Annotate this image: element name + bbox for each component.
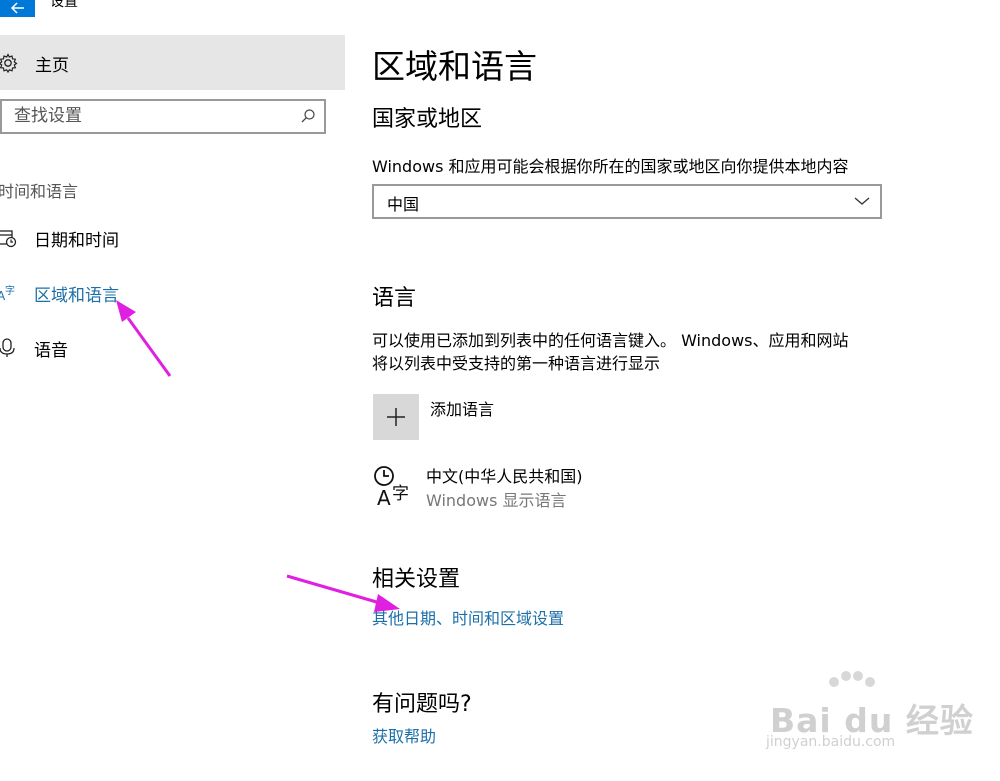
watermark: Bai du 经验 jingyan.baidu.com <box>760 670 990 770</box>
search-box[interactable] <box>0 99 326 134</box>
watermark-url: jingyan.baidu.com <box>766 734 896 750</box>
sidebar-section-label: 时间和语言 <box>0 182 79 201</box>
svg-text:字: 字 <box>392 484 409 504</box>
additional-date-time-region-link[interactable]: 其他日期、时间和区域设置 <box>372 605 564 629</box>
search-icon[interactable] <box>300 108 316 124</box>
sidebar-item-speech[interactable]: 语音 <box>0 328 340 368</box>
chevron-down-icon <box>854 197 870 205</box>
home-label: 主页 <box>35 56 69 76</box>
add-language-label[interactable]: 添加语言 <box>430 396 494 420</box>
country-description: Windows 和应用可能会根据你所在的国家或地区向你提供本地内容 <box>372 157 849 176</box>
language-item-subtitle: Windows 显示语言 <box>426 491 567 510</box>
language-heading: 语言 <box>372 286 417 311</box>
plus-icon <box>387 408 405 426</box>
language-description-line: 将以列表中受支持的第一种语言进行显示 <box>372 354 661 373</box>
page-title: 区域和语言 <box>372 47 537 86</box>
language-description-line: 可以使用已添加到列表中的任何语言键入。 Windows、应用和网站 <box>372 331 849 350</box>
help-heading: 有问题吗? <box>372 692 472 717</box>
country-dropdown[interactable]: 中国 <box>372 184 882 219</box>
language-item-name[interactable]: 中文(中华人民共和国) <box>426 463 583 487</box>
sidebar-item-label: 日期和时间 <box>34 231 119 251</box>
country-dropdown-value: 中国 <box>387 195 420 214</box>
sidebar-item-date-time[interactable]: 日期和时间 <box>0 218 340 258</box>
search-input[interactable] <box>14 106 294 126</box>
add-language-button[interactable] <box>373 394 419 440</box>
sidebar-item-label: 语音 <box>34 341 68 361</box>
calendar-clock-icon <box>0 230 17 248</box>
back-button[interactable] <box>0 0 35 17</box>
microphone-icon <box>0 338 15 357</box>
gear-icon <box>0 53 18 73</box>
sidebar-item-region-language[interactable]: A 字 区域和语言 <box>0 273 340 313</box>
app-title: 设置 <box>50 0 78 10</box>
svg-text:A: A <box>377 486 391 508</box>
language-icon: A 字 <box>0 284 15 303</box>
language-description: 可以使用已添加到列表中的任何语言键入。 Windows、应用和网站 将以列表中受… <box>372 329 892 375</box>
language-display-icon: A 字 <box>374 466 409 508</box>
get-help-link[interactable]: 获取帮助 <box>372 723 436 747</box>
country-heading: 国家或地区 <box>372 107 483 132</box>
sidebar-item-label: 区域和语言 <box>34 286 119 306</box>
svg-text:字: 字 <box>5 284 15 297</box>
related-settings-heading: 相关设置 <box>372 567 461 592</box>
back-arrow-icon <box>10 2 24 14</box>
